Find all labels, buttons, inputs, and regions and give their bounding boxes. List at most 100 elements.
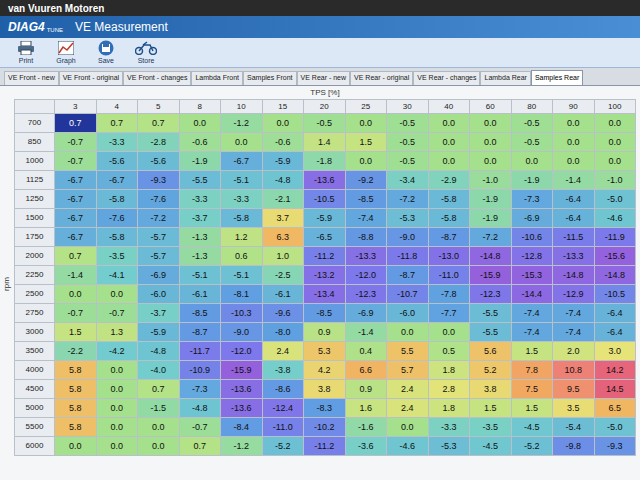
table-cell[interactable]: -0.7 (97, 304, 139, 323)
table-cell[interactable]: 1.5 (512, 399, 554, 418)
table-cell[interactable]: -6.1 (263, 285, 305, 304)
table-cell[interactable]: 0.0 (97, 361, 139, 380)
table-cell[interactable]: -6.9 (346, 304, 388, 323)
table-cell[interactable]: -4.8 (138, 342, 180, 361)
table-cell[interactable]: -7.7 (429, 304, 471, 323)
table-cell[interactable]: -14.8 (595, 266, 637, 285)
table-cell[interactable]: 0.5 (429, 342, 471, 361)
table-cell[interactable]: -7.3 (180, 380, 222, 399)
table-cell[interactable]: -5.3 (429, 437, 471, 456)
table-cell[interactable]: -6.9 (138, 266, 180, 285)
table-cell[interactable]: 1.5 (470, 399, 512, 418)
table-cell[interactable]: -10.3 (221, 304, 263, 323)
table-cell[interactable]: -5.0 (595, 190, 637, 209)
table-cell[interactable]: -9.3 (595, 437, 637, 456)
table-cell[interactable]: -7.4 (512, 323, 554, 342)
table-cell[interactable]: 0.0 (55, 437, 97, 456)
table-cell[interactable]: 14.5 (595, 380, 637, 399)
table-cell[interactable]: -5.6 (97, 152, 139, 171)
toolbar-button[interactable]: Graph (52, 40, 80, 65)
table-cell[interactable]: -5.8 (97, 190, 139, 209)
table-cell[interactable]: -5.9 (138, 323, 180, 342)
table-cell[interactable]: -5.6 (138, 152, 180, 171)
table-cell[interactable]: -2.5 (263, 266, 305, 285)
table-cell[interactable]: -5.5 (470, 304, 512, 323)
tab[interactable]: VE Front - original (59, 71, 123, 85)
table-cell[interactable]: -7.2 (387, 190, 429, 209)
tab[interactable]: VE Front - changes (123, 71, 191, 85)
table-cell[interactable]: -12.9 (553, 285, 595, 304)
table-cell[interactable]: -14.4 (512, 285, 554, 304)
table-cell[interactable]: -6.4 (595, 323, 637, 342)
table-cell[interactable]: -4.2 (97, 342, 139, 361)
table-cell[interactable]: 0.0 (97, 380, 139, 399)
tab[interactable]: Lambda Front (191, 71, 243, 85)
table-cell[interactable]: -6.7 (97, 171, 139, 190)
table-cell[interactable]: -2.2 (55, 342, 97, 361)
table-cell[interactable]: -10.9 (180, 361, 222, 380)
table-cell[interactable]: -10.5 (304, 190, 346, 209)
table-cell[interactable]: -1.5 (138, 399, 180, 418)
table-cell[interactable]: -5.7 (138, 228, 180, 247)
toolbar-button[interactable]: Print (12, 40, 40, 65)
table-cell[interactable]: -11.8 (387, 247, 429, 266)
table-cell[interactable]: -5.9 (263, 152, 305, 171)
table-cell[interactable]: 0.7 (138, 380, 180, 399)
table-cell[interactable]: -5.8 (429, 209, 471, 228)
table-cell[interactable]: 1.6 (346, 399, 388, 418)
table-cell[interactable]: 0.0 (429, 114, 471, 133)
table-cell[interactable]: 0.0 (470, 133, 512, 152)
table-cell[interactable]: -15.3 (512, 266, 554, 285)
table-cell[interactable]: 0.0 (429, 133, 471, 152)
table-cell[interactable]: -10.5 (595, 285, 637, 304)
table-cell[interactable]: 7.5 (512, 380, 554, 399)
table-cell[interactable]: -0.7 (180, 418, 222, 437)
table-cell[interactable]: -5.9 (304, 209, 346, 228)
table-cell[interactable]: -13.4 (304, 285, 346, 304)
table-cell[interactable]: -6.7 (221, 152, 263, 171)
table-cell[interactable]: 5.8 (55, 399, 97, 418)
table-cell[interactable]: 14.2 (595, 361, 637, 380)
table-cell[interactable]: -0.5 (387, 133, 429, 152)
table-cell[interactable]: -3.3 (97, 133, 139, 152)
table-cell[interactable]: -2.9 (429, 171, 471, 190)
table-cell[interactable]: 0.0 (221, 133, 263, 152)
table-cell[interactable]: -2.1 (263, 190, 305, 209)
table-cell[interactable]: -0.5 (387, 114, 429, 133)
table-cell[interactable]: -0.5 (387, 152, 429, 171)
table-cell[interactable]: -5.5 (470, 323, 512, 342)
table-cell[interactable]: -12.8 (512, 247, 554, 266)
table-cell[interactable]: -9.6 (263, 304, 305, 323)
table-cell[interactable]: 5.8 (55, 380, 97, 399)
table-cell[interactable]: -4.8 (180, 399, 222, 418)
table-cell[interactable]: 3.5 (553, 399, 595, 418)
table-cell[interactable]: -6.0 (387, 304, 429, 323)
table-cell[interactable]: 0.0 (387, 418, 429, 437)
table-cell[interactable]: -12.3 (346, 285, 388, 304)
table-cell[interactable]: -0.7 (55, 304, 97, 323)
tab[interactable]: VE Front - new (4, 71, 59, 85)
table-cell[interactable]: -14.8 (553, 266, 595, 285)
table-cell[interactable]: -5.2 (512, 437, 554, 456)
table-cell[interactable]: 5.2 (470, 361, 512, 380)
table-cell[interactable]: 0.9 (346, 380, 388, 399)
table-cell[interactable]: 0.7 (55, 247, 97, 266)
table-cell[interactable]: 0.0 (470, 114, 512, 133)
table-cell[interactable]: 0.0 (97, 399, 139, 418)
table-cell[interactable]: -13.3 (346, 247, 388, 266)
table-cell[interactable]: 0.0 (553, 114, 595, 133)
table-cell[interactable]: 1.4 (304, 133, 346, 152)
table-cell[interactable]: 0.0 (387, 323, 429, 342)
table-cell[interactable]: -6.4 (553, 209, 595, 228)
table-cell[interactable]: -8.0 (263, 323, 305, 342)
table-cell[interactable]: -13.6 (221, 399, 263, 418)
table-cell[interactable]: 0.0 (97, 437, 139, 456)
table-cell[interactable]: -6.4 (595, 304, 637, 323)
table-cell[interactable]: -13.0 (429, 247, 471, 266)
table-cell[interactable]: -0.5 (512, 114, 554, 133)
table-cell[interactable]: -1.4 (55, 266, 97, 285)
table-cell[interactable]: -3.7 (180, 209, 222, 228)
table-cell[interactable]: -12.4 (263, 399, 305, 418)
table-cell[interactable]: -11.2 (304, 247, 346, 266)
table-cell[interactable]: -11.2 (304, 437, 346, 456)
